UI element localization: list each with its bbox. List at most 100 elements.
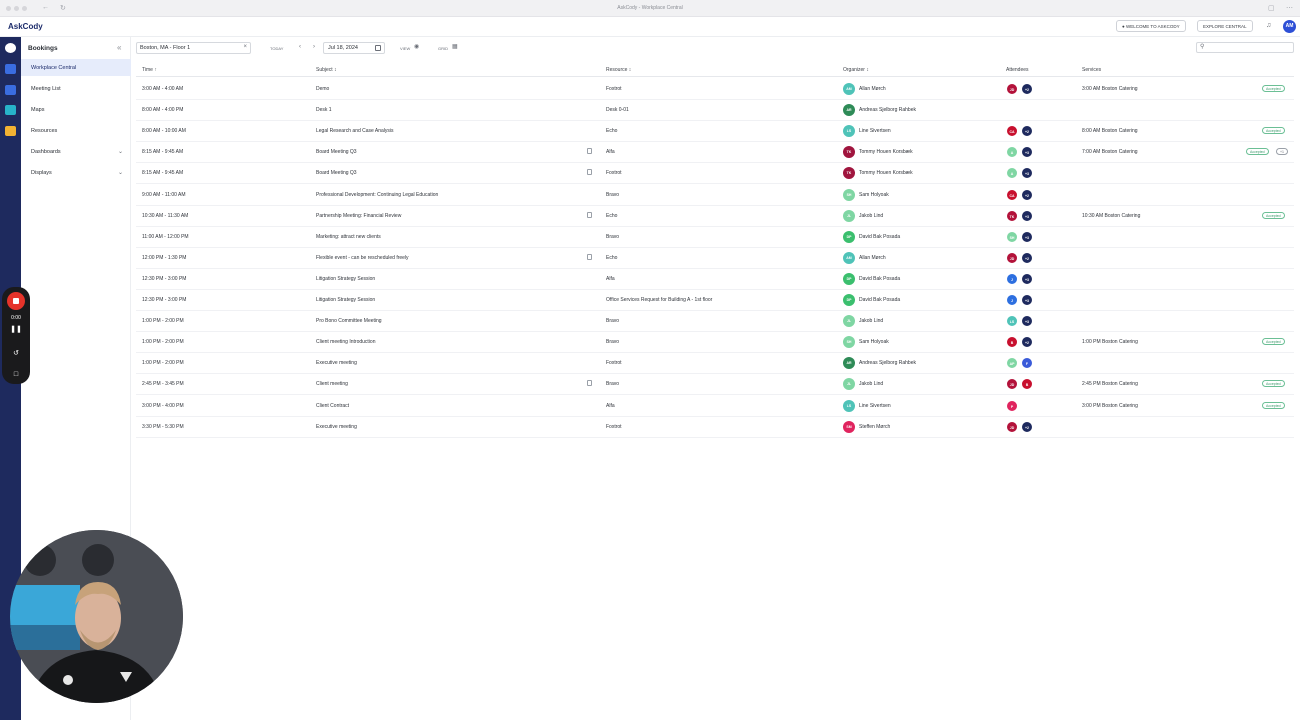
next-day-icon[interactable]: › bbox=[313, 44, 315, 50]
attendee-avatar[interactable]: +3 bbox=[1021, 272, 1033, 285]
booking-resource: Echo bbox=[606, 254, 618, 261]
booking-resource: Bravo bbox=[606, 191, 620, 198]
table-row[interactable]: 9:00 AM - 11:00 AM Professional Developme… bbox=[136, 185, 1294, 206]
grid-toggle[interactable]: GRID bbox=[438, 46, 448, 51]
attendee-avatar[interactable]: JD bbox=[1006, 420, 1018, 433]
attendee-avatar[interactable]: AP bbox=[1006, 357, 1018, 370]
trash-icon[interactable]: □ bbox=[2, 371, 30, 378]
today-button[interactable]: TODAY bbox=[270, 46, 283, 51]
collapse-sidebar-icon[interactable]: « bbox=[117, 43, 121, 52]
table-row[interactable]: 3:00 AM - 4:00 AM Demo Foxtrot AM Allan Mørc… bbox=[136, 79, 1294, 100]
attendee-avatar[interactable]: CA bbox=[1006, 188, 1018, 201]
table-row[interactable]: 12:30 PM - 3:00 PM Litigation Strategy Se… bbox=[136, 269, 1294, 290]
attendee-avatar[interactable]: +2 bbox=[1021, 83, 1033, 95]
eye-icon[interactable]: ◉ bbox=[414, 43, 419, 50]
prev-day-icon[interactable]: ‹ bbox=[299, 44, 301, 50]
table-row[interactable]: 3:00 PM - 4:00 PM Client Contract Alfa LS Li… bbox=[136, 396, 1294, 417]
chevron-down-icon: ⌄ bbox=[117, 149, 123, 155]
table-row[interactable]: 2:45 PM - 3:45 PM Client meeting Bravo JL Ja… bbox=[136, 374, 1294, 396]
table-row[interactable]: 8:00 AM - 4:00 PM Desk 1 Desk 0-01 AR Andrea… bbox=[136, 100, 1294, 122]
welcome-button[interactable]: ● WELCOME TO ASKCODY bbox=[1116, 20, 1186, 32]
status-badge: Accepted bbox=[1262, 85, 1285, 92]
attendee-avatar[interactable]: JD bbox=[1006, 251, 1018, 264]
booking-time: 3:00 AM - 4:00 AM bbox=[142, 86, 184, 92]
table-row[interactable]: 1:00 PM - 2:00 PM Executive meeting Foxtro… bbox=[136, 353, 1294, 375]
column-subject[interactable]: Subject ↕ bbox=[316, 67, 337, 73]
bell-icon[interactable]: ♫ bbox=[1266, 22, 1271, 29]
attendee-avatar[interactable]: P bbox=[1006, 399, 1018, 412]
share-icon[interactable]: ▢ bbox=[1268, 4, 1275, 12]
clear-icon[interactable]: × bbox=[243, 44, 247, 50]
brand-logo: AskCody bbox=[8, 22, 43, 31]
organizer-avatar: TK bbox=[843, 146, 855, 159]
attendee-avatar[interactable]: LS bbox=[1006, 315, 1018, 328]
table-row[interactable]: 12:00 PM - 1:30 PM Flexible event - can b… bbox=[136, 248, 1294, 269]
attendee-avatar[interactable]: A bbox=[1006, 167, 1018, 180]
view-toggle[interactable]: VIEW bbox=[400, 46, 410, 51]
booking-subject: Demo bbox=[316, 86, 330, 92]
bookings-app-icon[interactable] bbox=[5, 64, 16, 74]
table-row[interactable]: 8:15 AM - 9:45 AM Board Meeting Q3 Foxtrot… bbox=[136, 163, 1294, 185]
sidebar-item-resources[interactable]: Resources bbox=[21, 122, 131, 139]
attendee-avatar[interactable]: B bbox=[1021, 378, 1033, 391]
attendee-avatar[interactable]: +3 bbox=[1021, 315, 1033, 328]
attendee-avatar[interactable]: +2 bbox=[1021, 188, 1033, 201]
table-row[interactable]: 3:30 PM - 5:30 PM Executive meeting Foxtro… bbox=[136, 417, 1294, 438]
attendee-avatar[interactable]: B bbox=[1006, 336, 1018, 349]
visitor-app-icon[interactable] bbox=[5, 105, 16, 115]
column-attendees: Attendees bbox=[1006, 67, 1029, 73]
status-badge: Accepted bbox=[1262, 380, 1285, 388]
sidebar-item-workplace-central[interactable]: Workplace Central bbox=[21, 59, 131, 76]
attendee-avatar[interactable]: +2 bbox=[1021, 125, 1033, 138]
stop-recording-button[interactable] bbox=[7, 292, 25, 310]
attendee-avatar[interactable]: +3 bbox=[1021, 294, 1033, 306]
organizer-avatar: AM bbox=[843, 251, 855, 264]
attendee-avatar[interactable]: CA bbox=[1006, 125, 1018, 138]
table-row[interactable]: 8:00 AM - 10:00 AM Legal Research and Cas… bbox=[136, 121, 1294, 143]
attendee-avatar[interactable]: J bbox=[1006, 294, 1018, 306]
pause-icon[interactable]: ❚❚ bbox=[2, 325, 30, 333]
attendee-avatar[interactable]: F bbox=[1021, 357, 1033, 370]
services-app-icon[interactable] bbox=[5, 85, 16, 95]
sidebar-item-dashboards[interactable]: Dashboards ⌄ bbox=[21, 143, 131, 160]
table-row[interactable]: 8:15 AM - 9:45 AM Board Meeting Q3 Alfa TK T… bbox=[136, 142, 1294, 164]
settings-icon[interactable] bbox=[5, 43, 16, 53]
date-picker[interactable]: Jul 18, 2024 bbox=[323, 42, 385, 54]
table-row[interactable]: 10:30 AM - 11:30 AM Partnership Meeting: … bbox=[136, 206, 1294, 227]
search-input[interactable]: ⚲ bbox=[1196, 42, 1294, 53]
column-organizer[interactable]: Organizer ↕ bbox=[843, 67, 869, 73]
table-row[interactable]: 1:00 PM - 2:00 PM Client meeting Introduc… bbox=[136, 332, 1294, 354]
attendee-avatar[interactable]: J bbox=[1006, 272, 1018, 285]
attendee-avatar[interactable]: +2 bbox=[1021, 336, 1033, 349]
attendee-avatar[interactable]: SH bbox=[1006, 230, 1018, 243]
more-icon[interactable]: ⋯ bbox=[1286, 4, 1293, 12]
booking-resource: Foxtrot bbox=[606, 423, 622, 430]
organizer-avatar: SH bbox=[843, 188, 855, 201]
table-row[interactable]: 11:00 AM - 12:00 PM Marketing: attract ne… bbox=[136, 227, 1294, 248]
sidebar-item-maps[interactable]: Maps bbox=[21, 101, 131, 118]
table-row[interactable]: 1:00 PM - 2:00 PM Pro Bono Committee Meet… bbox=[136, 311, 1294, 333]
table-row[interactable]: 12:30 PM - 3:00 PM Litigation Strategy Se… bbox=[136, 290, 1294, 311]
attendee-avatar[interactable]: +3 bbox=[1021, 230, 1033, 243]
attendee-avatar[interactable]: JD bbox=[1006, 83, 1018, 95]
status-badge: Accepted bbox=[1262, 401, 1285, 409]
column-time[interactable]: Time ↑ bbox=[142, 67, 157, 73]
attendee-avatar[interactable]: JD bbox=[1006, 378, 1018, 391]
organizer-avatar: JL bbox=[843, 378, 855, 391]
attendee-avatar[interactable]: A bbox=[1006, 146, 1018, 159]
attendee-avatar[interactable]: +2 bbox=[1021, 251, 1033, 264]
attendee-avatar[interactable]: +3 bbox=[1021, 146, 1033, 159]
user-avatar[interactable]: AM bbox=[1283, 20, 1296, 33]
location-filter[interactable]: Boston, MA - Floor 1 × bbox=[136, 42, 251, 54]
attendee-avatar[interactable]: +3 bbox=[1021, 209, 1033, 222]
grid-icon[interactable]: ▦ bbox=[452, 43, 458, 50]
restart-icon[interactable]: ↺ bbox=[2, 349, 30, 357]
column-resource[interactable]: Resource ↕ bbox=[606, 67, 631, 73]
sidebar-item-displays[interactable]: Displays ⌄ bbox=[21, 164, 131, 181]
attendee-avatar[interactable]: +3 bbox=[1021, 167, 1033, 180]
attendee-avatar[interactable]: +2 bbox=[1021, 420, 1033, 433]
sidebar-item-meeting-list[interactable]: Meeting List bbox=[21, 80, 131, 97]
attendee-avatar[interactable]: TK bbox=[1006, 209, 1018, 222]
explore-central-button[interactable]: EXPLORE CENTRAL bbox=[1197, 20, 1253, 32]
analytics-app-icon[interactable] bbox=[5, 126, 16, 136]
